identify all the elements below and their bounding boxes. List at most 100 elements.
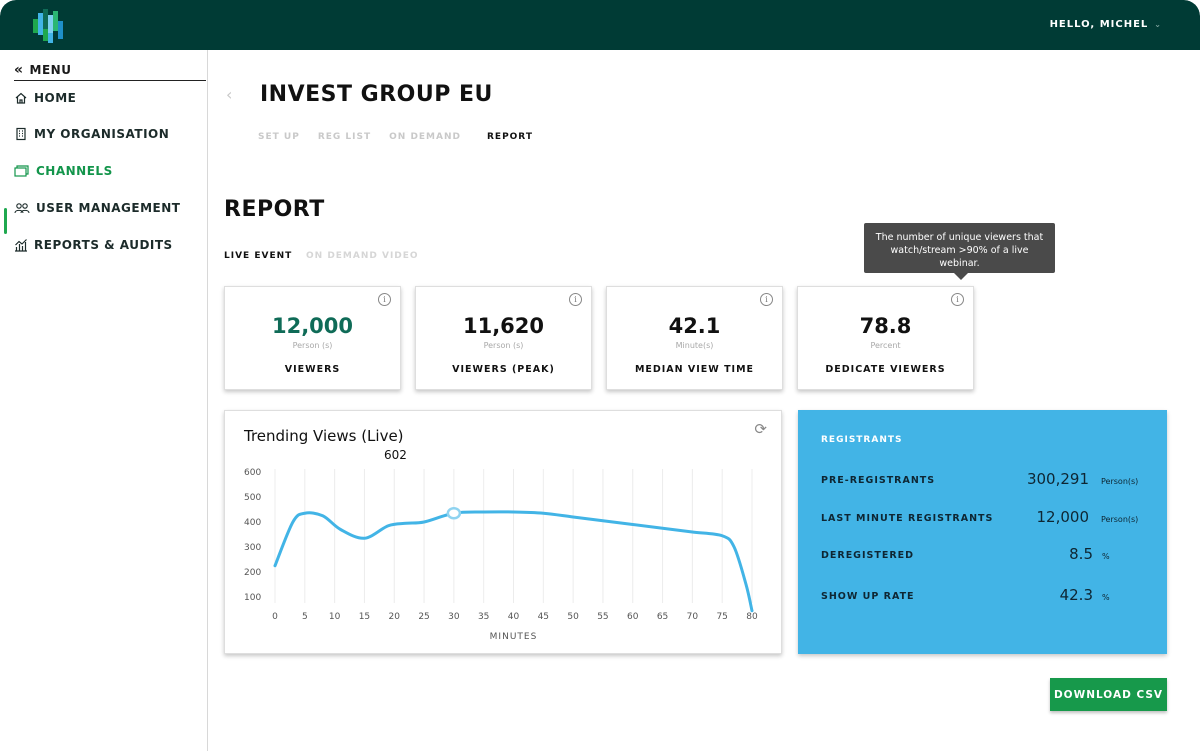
- x-tick-label: 50: [567, 612, 579, 622]
- back-arrow-icon[interactable]: ‹: [226, 85, 232, 104]
- stat-card-median-view-time: i 42.1 Minute(s) MEDIAN VIEW TIME: [606, 286, 783, 390]
- collapse-icon: «: [14, 62, 24, 78]
- download-csv-button[interactable]: DOWNLOAD CSV: [1050, 678, 1167, 711]
- x-tick-label: 45: [538, 612, 549, 622]
- x-tick-label: 35: [478, 612, 489, 622]
- x-tick-label: 55: [597, 612, 608, 622]
- registrants-label: SHOW UP RATE: [821, 591, 915, 602]
- chevron-down-icon: ⌄: [1154, 20, 1162, 29]
- info-tooltip: The number of unique viewers that watch/…: [864, 223, 1055, 280]
- x-tick-label: 25: [418, 612, 429, 622]
- x-tick-label: 80: [746, 612, 758, 622]
- stat-value: 42.1: [668, 314, 721, 338]
- sidebar-item-reports-audits[interactable]: REPORTS & AUDITS: [14, 235, 204, 255]
- active-indicator: [4, 208, 7, 234]
- registrants-row: DEREGISTERED 8.5 %: [821, 545, 1151, 565]
- app-window: HELLO, MICHEL ⌄ « MENU HOME MY ORGANISAT…: [0, 0, 1200, 751]
- y-tick-label: 300: [244, 543, 261, 553]
- highlight-point: [446, 507, 462, 520]
- registrants-value: 8.5: [1069, 545, 1093, 563]
- info-icon[interactable]: i: [569, 293, 582, 306]
- reports-icon: [15, 239, 27, 252]
- registrants-label: DEREGISTERED: [821, 550, 915, 561]
- subtab-live-event[interactable]: LIVE EVENT: [224, 251, 292, 261]
- stat-label: DEDICATE VIEWERS: [825, 364, 946, 375]
- tab-set-up[interactable]: SET UP: [258, 132, 300, 142]
- stat-unit: Person (s): [483, 341, 524, 350]
- stat-card-viewers-peak: i 11,620 Person (s) VIEWERS (PEAK): [415, 286, 592, 390]
- registrants-row: LAST MINUTE REGISTRANTS 12,000 Person(s): [821, 508, 1151, 528]
- page-tabs: SET UP REG LIST ON DEMAND REPORT: [258, 132, 551, 142]
- stat-card-viewers: i 12,000 Person (s) VIEWERS: [224, 286, 401, 390]
- info-icon[interactable]: i: [378, 293, 391, 306]
- top-bar: HELLO, MICHEL ⌄: [0, 0, 1200, 50]
- x-tick-label: 10: [329, 612, 341, 622]
- sidebar-item-channels[interactable]: CHANNELS: [14, 161, 204, 181]
- brand-logo[interactable]: [33, 9, 65, 43]
- registrants-unit: Person(s): [1101, 477, 1139, 486]
- menu-toggle[interactable]: « MENU: [14, 60, 206, 81]
- chart-current-value: 602: [384, 448, 407, 462]
- registrants-unit: Person(s): [1101, 515, 1139, 524]
- stat-label: VIEWERS: [284, 364, 341, 375]
- x-tick-label: 70: [687, 612, 699, 622]
- user-menu[interactable]: HELLO, MICHEL ⌄: [1050, 19, 1162, 30]
- sidebar-item-label: USER MANAGEMENT: [36, 201, 181, 215]
- info-icon[interactable]: i: [951, 293, 964, 306]
- x-tick-label: 15: [359, 612, 370, 622]
- stat-value: 11,620: [462, 314, 545, 338]
- report-title: REPORT: [224, 197, 325, 222]
- chart-title: Trending Views (Live): [244, 427, 404, 445]
- x-tick-label: 0: [272, 612, 278, 622]
- y-tick-label: 400: [244, 518, 261, 528]
- refresh-icon[interactable]: ⟳: [754, 420, 767, 438]
- sidebar-item-label: CHANNELS: [36, 164, 113, 178]
- sidebar-item-label: HOME: [34, 91, 77, 105]
- stat-unit: Person (s): [292, 341, 333, 350]
- y-tick-label: 500: [244, 493, 261, 503]
- registrants-value: 42.3: [1059, 586, 1093, 604]
- tab-reg-list[interactable]: REG LIST: [318, 132, 371, 142]
- subtab-on-demand-video[interactable]: ON DEMAND VIDEO: [306, 251, 419, 261]
- stat-card-dedicate-viewers: i 78.8 Percent DEDICATE VIEWERS: [797, 286, 974, 390]
- trending-views-chart: 0 5 10 15 20 25 30 35 40 45 50 55 60 65 70 75 80 100 200 30…: [224, 410, 782, 654]
- y-tick-label: 600: [244, 468, 261, 478]
- sidebar-item-my-organisation[interactable]: MY ORGANISATION: [14, 124, 204, 144]
- y-tick-label: 200: [244, 568, 261, 578]
- stat-unit: Minute(s): [675, 341, 714, 350]
- stat-label: MEDIAN VIEW TIME: [634, 364, 755, 375]
- registrants-label: LAST MINUTE REGISTRANTS: [821, 513, 994, 524]
- x-tick-label: 20: [389, 612, 401, 622]
- x-axis-label: MINUTES: [490, 632, 538, 642]
- registrants-unit: %: [1102, 552, 1110, 561]
- menu-label: MENU: [29, 63, 72, 77]
- x-tick-label: 75: [716, 612, 727, 622]
- x-tick-label: 60: [627, 612, 639, 622]
- users-icon: [14, 203, 30, 214]
- x-tick-label: 40: [508, 612, 520, 622]
- home-icon: [15, 92, 27, 104]
- sidebar-item-label: REPORTS & AUDITS: [34, 238, 173, 252]
- user-greeting: HELLO, MICHEL: [1049, 19, 1149, 30]
- stat-unit: Percent: [870, 341, 901, 350]
- registrants-label: PRE-REGISTRANTS: [821, 475, 936, 486]
- page-title: INVEST GROUP EU: [260, 82, 493, 107]
- stat-label: VIEWERS (PEAK): [452, 364, 555, 375]
- registrants-row: SHOW UP RATE 42.3 %: [821, 586, 1151, 606]
- tab-on-demand[interactable]: ON DEMAND: [389, 132, 461, 142]
- tab-report[interactable]: REPORT: [487, 132, 533, 142]
- registrants-value: 12,000: [1036, 508, 1090, 526]
- sidebar-item-label: MY ORGANISATION: [34, 127, 170, 141]
- x-tick-label: 65: [657, 612, 668, 622]
- building-icon: [16, 127, 26, 141]
- registrants-value: 300,291: [1026, 470, 1089, 488]
- y-tick-label: 100: [244, 593, 261, 603]
- registrants-panel: REGISTRANTS PRE-REGISTRANTS 300,291 Pers…: [798, 410, 1167, 654]
- info-icon[interactable]: i: [760, 293, 773, 306]
- x-tick-label: 5: [302, 612, 308, 622]
- registrants-row: PRE-REGISTRANTS 300,291 Person(s): [821, 470, 1151, 490]
- sidebar-item-user-management[interactable]: USER MANAGEMENT: [14, 198, 204, 218]
- sidebar-item-home[interactable]: HOME: [14, 88, 204, 108]
- stat-value: 78.8: [859, 314, 912, 338]
- sidebar: « MENU HOME MY ORGANISATION CHANNELS USE…: [0, 50, 208, 751]
